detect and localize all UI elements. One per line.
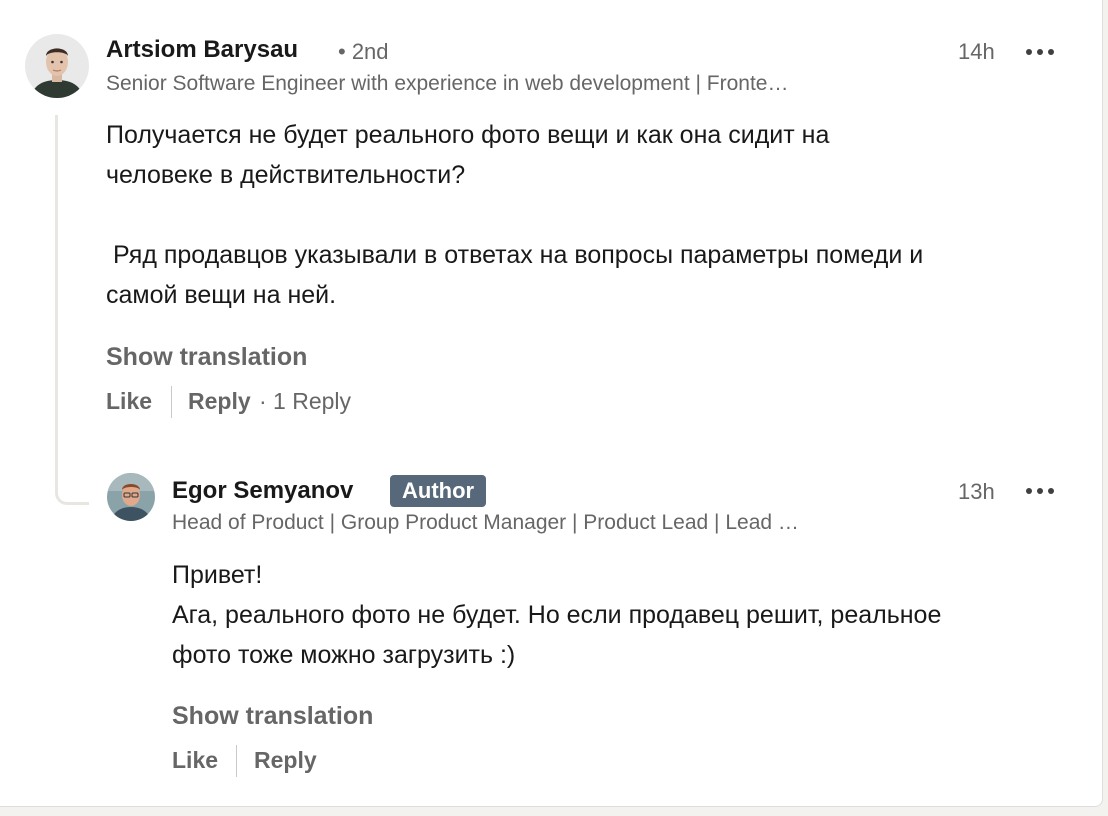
ellipsis-dot bbox=[1026, 49, 1032, 55]
like-button[interactable]: Like bbox=[172, 747, 218, 774]
ellipsis-icon[interactable] bbox=[1026, 47, 1054, 57]
author-badge: Author bbox=[390, 475, 487, 507]
ellipsis-dot bbox=[1026, 488, 1032, 494]
reply-timestamp: 13h bbox=[958, 479, 995, 504]
show-translation-button[interactable]: Show translation bbox=[106, 343, 307, 372]
commenter-avatar[interactable] bbox=[25, 34, 89, 98]
ellipsis-icon[interactable] bbox=[1026, 486, 1054, 496]
commenter-headline: Senior Software Engineer with experience… bbox=[106, 72, 789, 95]
commenter-name[interactable]: Artsiom Barysau bbox=[106, 36, 298, 64]
comment-text-paragraph-1: Получается не будет реального фото вещи … bbox=[106, 121, 830, 189]
ellipsis-dot bbox=[1037, 49, 1043, 55]
ellipsis-dot bbox=[1037, 488, 1043, 494]
connection-degree: • 2nd bbox=[338, 39, 389, 64]
action-divider bbox=[236, 745, 237, 777]
thread-connector-line bbox=[55, 115, 89, 505]
replier-headline: Head of Product | Group Product Manager … bbox=[172, 511, 799, 534]
comment-text-paragraph-2: Ряд продавцов указывали в ответах на воп… bbox=[106, 241, 924, 309]
ellipsis-dot bbox=[1048, 49, 1054, 55]
replier-name[interactable]: Egor Semyanov bbox=[172, 477, 353, 505]
like-button[interactable]: Like bbox=[106, 388, 152, 415]
ellipsis-dot bbox=[1048, 488, 1054, 494]
comment-thread-card: Artsiom Barysau • 2nd Senior Software En… bbox=[0, 0, 1103, 807]
action-divider bbox=[171, 386, 172, 418]
show-translation-button[interactable]: Show translation bbox=[172, 702, 373, 731]
replies-count-link[interactable]: · 1 Reply bbox=[259, 388, 351, 415]
comment-timestamp: 14h bbox=[958, 39, 995, 64]
replier-avatar[interactable] bbox=[107, 473, 155, 521]
reply-button[interactable]: Reply bbox=[188, 388, 251, 415]
reply-button[interactable]: Reply bbox=[254, 747, 317, 774]
reply-text: Привет! Ага, реального фото не будет. Но… bbox=[172, 561, 942, 669]
